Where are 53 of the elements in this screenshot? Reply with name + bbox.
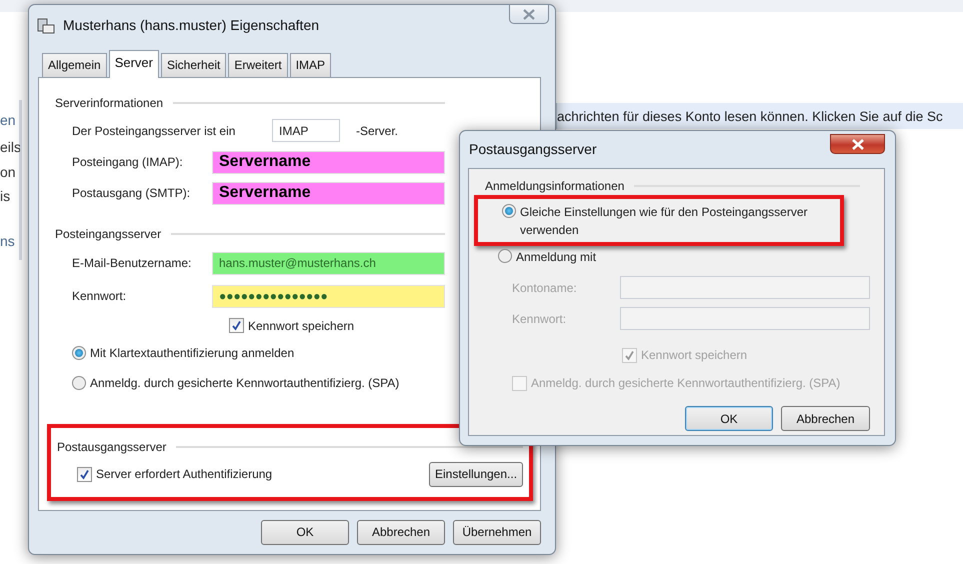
sidebar-label: en [0, 111, 17, 130]
input-field[interactable]: hans.muster@musterhans.ch [212, 252, 445, 274]
tab[interactable]: Sicherheit [161, 53, 226, 76]
close-icon [850, 138, 864, 150]
close-icon [522, 8, 536, 20]
window-title: Musterhans (hans.muster) Eigenschaften [63, 16, 320, 35]
checkbox[interactable] [77, 466, 92, 482]
cancel-button[interactable]: Abbrechen [357, 520, 445, 544]
window-title: Postausgangsserver [469, 140, 597, 159]
field-label: Posteingang (IMAP): [72, 154, 184, 171]
radio-label: Anmeldg. durch gesicherte Kennwortauthentifizierg. (SPA) [90, 374, 400, 392]
settings-button[interactable]: Einstellungen... [429, 462, 523, 486]
field-label: E-Mail-Benutzername: [72, 255, 192, 272]
field-suffix: -Server. [356, 122, 398, 140]
checkbox-label: Kennwort speichern [641, 347, 748, 364]
ok-button[interactable]: OK [261, 520, 349, 544]
checkbox-label: Anmeldg. durch gesicherte Kennwortauthentifizierg. (SPA) [531, 375, 840, 392]
sidebar-label: on [0, 163, 17, 182]
radio-button[interactable] [72, 346, 86, 360]
cancel-button[interactable]: Abbrechen [781, 406, 870, 431]
group-heading: Postausgangsserver [57, 438, 166, 456]
ok-button[interactable]: OK [685, 406, 773, 431]
radio-label: Mit Klartextauthentifizierung anmelden [90, 344, 294, 362]
checkbox-label: Server erfordert Authentifizierung [96, 466, 272, 483]
field-label: Kennwort: [72, 288, 128, 305]
field-label: Kennwort: [512, 310, 568, 328]
checkbox-label: Kennwort speichern [248, 318, 354, 334]
input-field[interactable]: ●●●●●●●●●●●●●●● [212, 284, 445, 308]
close-button[interactable] [830, 134, 885, 154]
tab[interactable]: IMAP [290, 53, 332, 76]
field-label: Kontoname: [512, 280, 578, 296]
notice-text: achrichten für dieses Konto lesen können. Klicken Sie auf die Sc [553, 103, 963, 129]
radio-label: Gleiche Einstellungen wie für den Posteingangsserver verwenden [520, 204, 809, 239]
apply-button[interactable]: Übernehmen [453, 520, 541, 544]
input-field[interactable]: Servername [212, 182, 445, 204]
sidebar-label: is [0, 187, 12, 206]
radio-button[interactable] [498, 249, 512, 263]
sidebar-label: ns [0, 232, 16, 251]
group-heading: Anmeldungsinformationen [485, 178, 624, 195]
field-label: Der Posteingangsserver ist ein [72, 122, 236, 140]
input-field[interactable]: Servername [212, 150, 445, 174]
radio-button[interactable] [502, 204, 516, 218]
field-label: Postausgang (SMTP): [72, 185, 192, 202]
radio-label: Anmeldung mit [516, 249, 596, 266]
group-heading: Posteingangsserver [55, 226, 162, 242]
account-icon [37, 16, 55, 34]
radio-button[interactable] [72, 376, 86, 390]
tab[interactable]: Server [108, 50, 159, 78]
server-type-field[interactable]: IMAP [272, 119, 340, 142]
tab[interactable]: Erweitert [228, 53, 288, 76]
tab[interactable]: Allgemein [42, 53, 107, 76]
group-heading: Serverinformationen [55, 94, 164, 112]
checkbox[interactable] [229, 318, 244, 333]
